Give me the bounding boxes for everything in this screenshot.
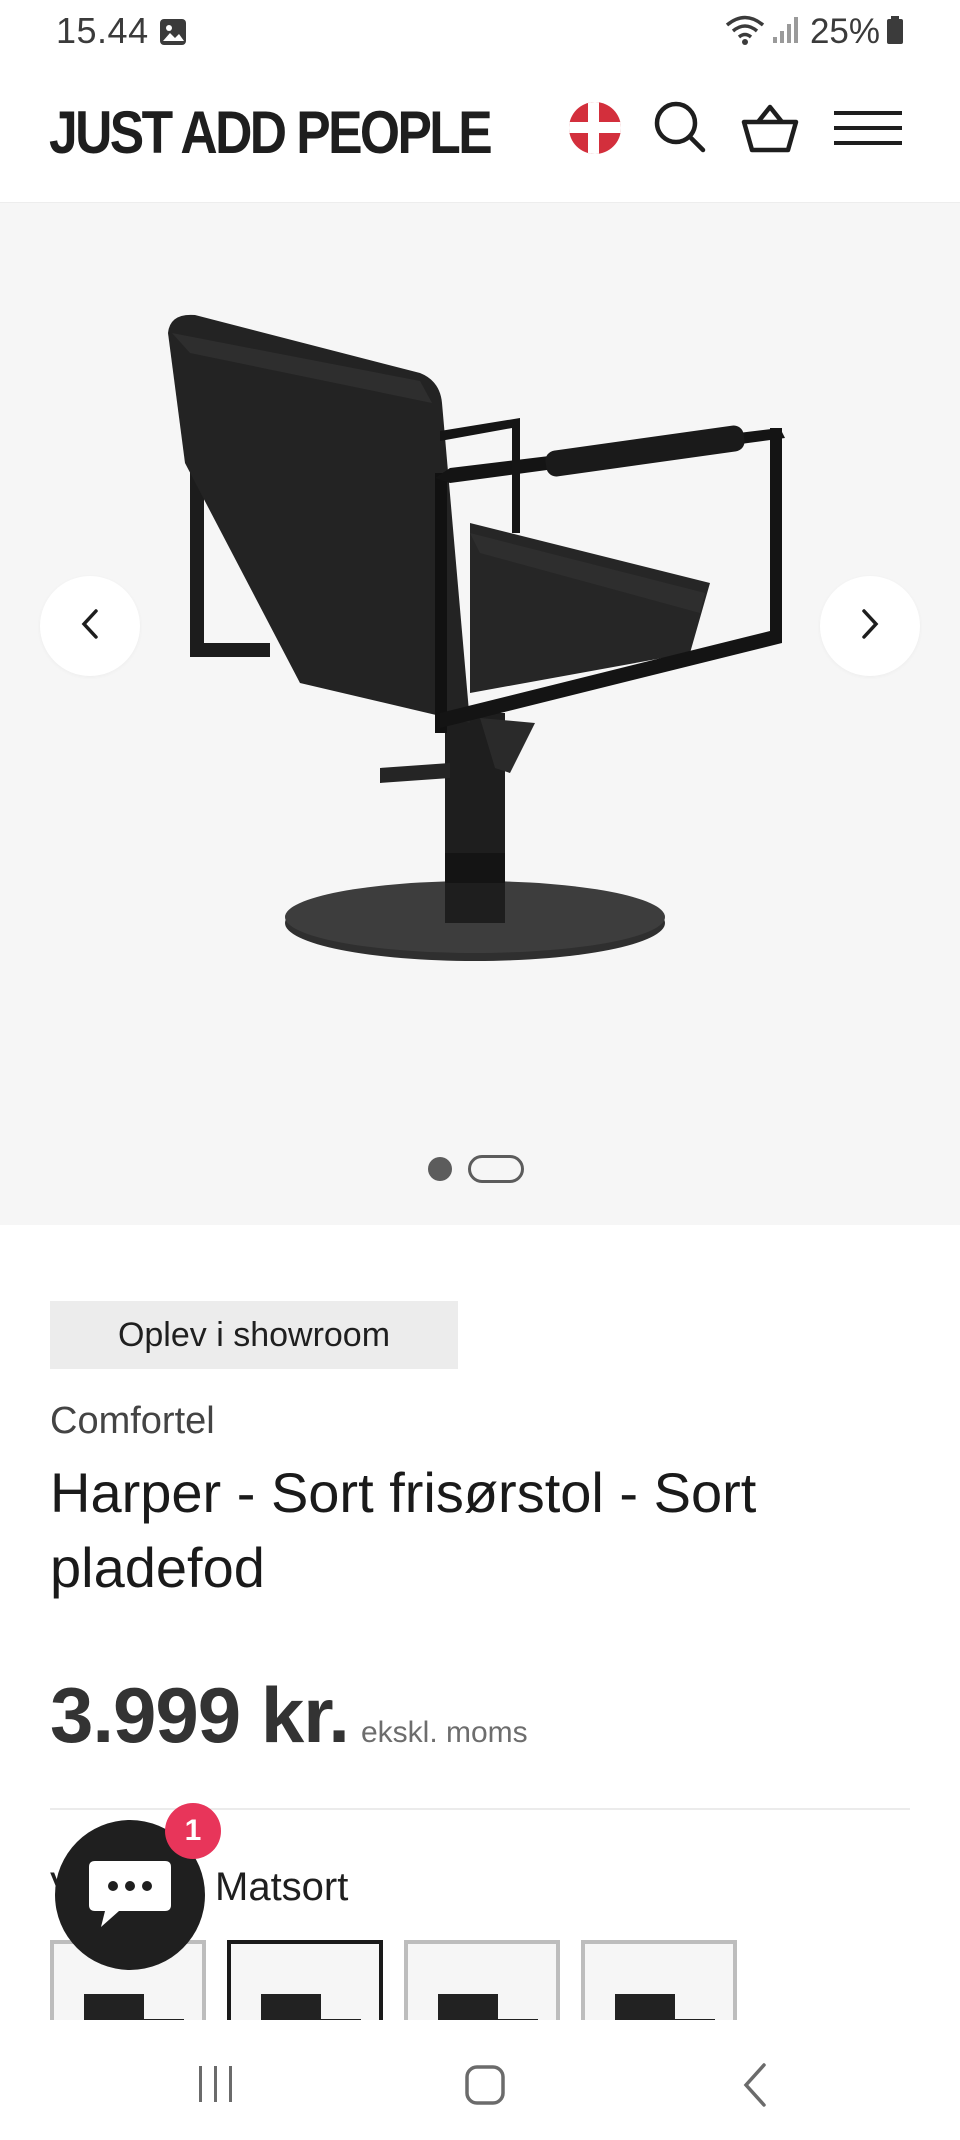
system-navigation-bar	[0, 2020, 960, 2140]
slide-dot-1[interactable]	[428, 1157, 452, 1181]
basket-icon[interactable]	[740, 102, 800, 159]
site-header: JUST ADD PEOPLE	[0, 62, 960, 204]
chat-bubble-icon	[85, 1853, 175, 1938]
signal-icon	[772, 15, 800, 50]
back-icon[interactable]	[740, 2062, 770, 2113]
color-option-value: Matsort	[215, 1865, 349, 1909]
search-icon[interactable]	[652, 99, 708, 160]
battery-icon	[886, 15, 904, 50]
chat-unread-badge: 1	[165, 1803, 221, 1859]
product-vendor[interactable]: Comfortel	[50, 1400, 215, 1443]
status-indicators: 25%	[724, 12, 904, 52]
status-time: 15.44	[56, 10, 149, 51]
menu-icon[interactable]	[834, 110, 904, 151]
denmark-flag-icon[interactable]	[569, 102, 621, 154]
home-icon[interactable]	[464, 2064, 506, 2111]
recent-apps-icon[interactable]	[196, 2064, 236, 2109]
previous-image-button[interactable]	[40, 576, 140, 676]
product-image	[168, 314, 785, 961]
vat-note: ekskl. moms	[360, 1716, 528, 1749]
chevron-right-icon	[858, 606, 882, 647]
site-logo[interactable]: JUST ADD PEOPLE	[49, 98, 493, 167]
product-image-gallery[interactable]	[0, 203, 960, 1225]
status-bar: 15.44 25%	[0, 0, 960, 62]
price-row: 3.999 kr. ekskl. moms	[50, 1670, 528, 1761]
product-title: Harper - Sort frisørstol - Sort pladefod	[50, 1461, 757, 1599]
battery-percentage: 25%	[809, 12, 880, 51]
slide-dot-2[interactable]	[468, 1155, 524, 1183]
product-price: 3.999 kr.	[50, 1671, 350, 1759]
chevron-left-icon	[78, 606, 102, 647]
slide-indicator	[428, 1155, 524, 1183]
gallery-icon	[158, 17, 188, 52]
wifi-icon	[724, 14, 766, 51]
next-image-button[interactable]	[820, 576, 920, 676]
showroom-badge: Oplev i showroom	[50, 1301, 458, 1369]
